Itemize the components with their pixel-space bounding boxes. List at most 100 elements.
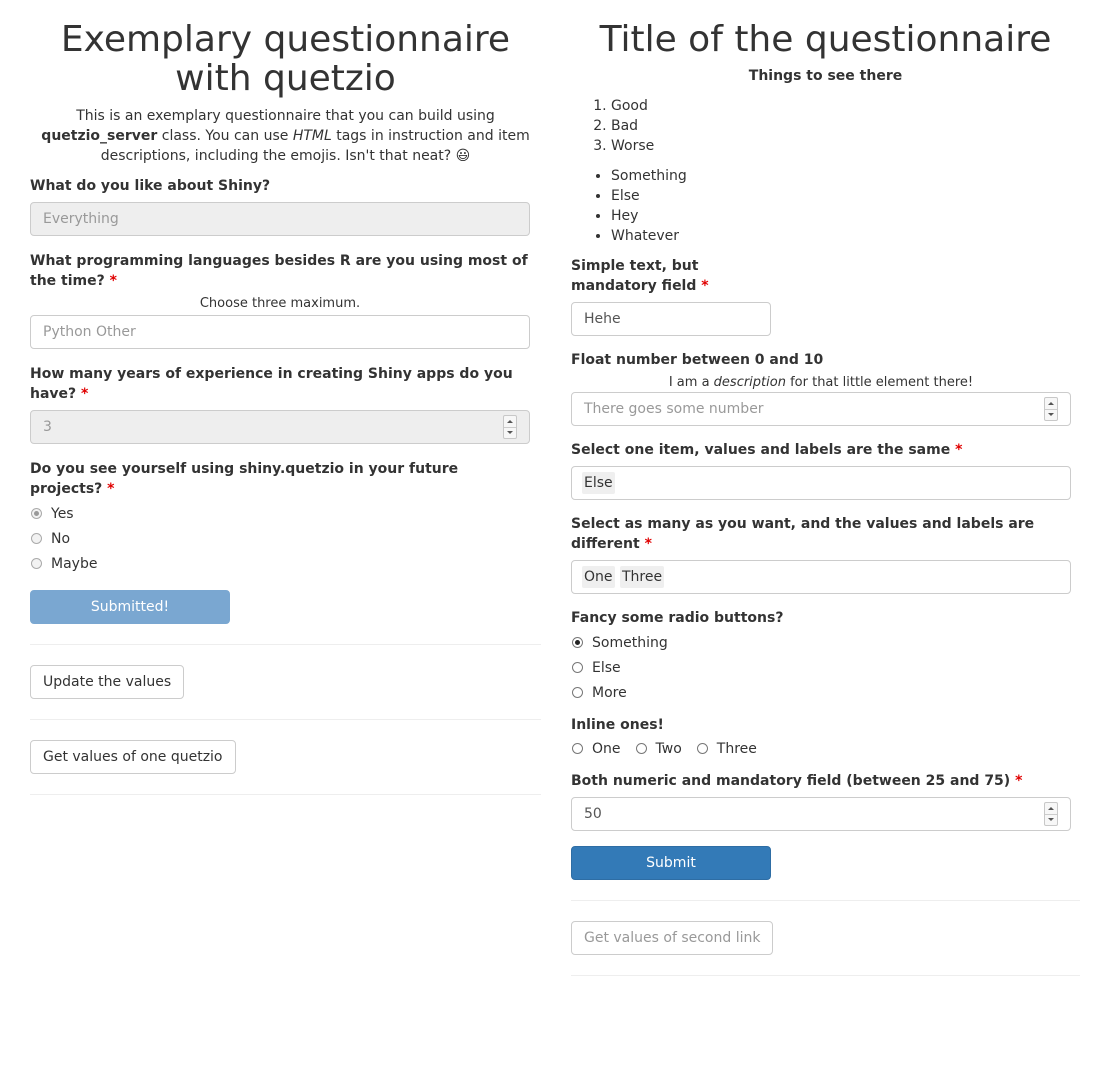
- right-questionnaire: Title of the questionnaire Things to see…: [571, 0, 1080, 976]
- numeric-mandatory-input[interactable]: 50: [571, 797, 1071, 831]
- inline-option-three[interactable]: Three: [696, 741, 757, 757]
- input-value: Hehe: [584, 311, 621, 327]
- radio-button[interactable]: [31, 508, 42, 519]
- question-languages: What programming languages besides R are…: [30, 251, 530, 349]
- select-many-input[interactable]: One Three: [571, 560, 1071, 594]
- note-post: for that little element there!: [785, 375, 974, 390]
- radio-option-more[interactable]: More: [571, 680, 1080, 705]
- radio-label: Three: [716, 740, 757, 757]
- radio-button[interactable]: [572, 637, 583, 648]
- input-value: 3: [43, 419, 52, 435]
- label-text: Select as many as you want, and the valu…: [571, 516, 1035, 552]
- question-radio: Fancy some radio buttons? Something Else…: [571, 608, 1080, 705]
- list-item: Good: [611, 96, 1080, 116]
- question-inline: Inline ones! One Two Three: [571, 715, 1080, 761]
- radio-label: More: [592, 684, 627, 701]
- note-em: description: [713, 375, 786, 390]
- question-label: Select as many as you want, and the valu…: [571, 514, 1071, 554]
- spinner-icon[interactable]: [1044, 397, 1058, 421]
- required-marker: *: [1015, 773, 1023, 789]
- divider: [571, 975, 1080, 976]
- ordered-list: Good Bad Worse: [571, 96, 1080, 156]
- divider: [30, 794, 541, 795]
- radio-label: Two: [655, 740, 682, 757]
- required-marker: *: [955, 442, 963, 458]
- radio-label: Something: [592, 634, 668, 651]
- radio-button[interactable]: [31, 558, 42, 569]
- right-subtitle: Things to see there: [571, 66, 1080, 86]
- left-questionnaire: Exemplary questionnaire with quetzio Thi…: [30, 0, 541, 795]
- radio-label: Yes: [51, 505, 74, 522]
- question-label: Select one item, values and labels are t…: [571, 440, 1071, 460]
- radio-button[interactable]: [635, 743, 647, 754]
- radio-label: One: [592, 740, 621, 757]
- question-label: How many years of experience in creating…: [30, 364, 530, 404]
- divider: [30, 719, 541, 720]
- desc-italic: HTML: [292, 128, 332, 144]
- get-values-one-button[interactable]: Get values of one quetzio: [30, 740, 236, 774]
- radio-option-something[interactable]: Something: [571, 630, 1080, 655]
- required-marker: *: [81, 386, 89, 402]
- languages-select[interactable]: Python Other: [30, 315, 530, 349]
- radio-button[interactable]: [696, 743, 708, 754]
- selected-tag[interactable]: Three: [619, 566, 665, 588]
- select-placeholder: Python Other: [43, 324, 136, 340]
- note-pre: I am a: [668, 375, 714, 390]
- radio-group: Yes No Maybe: [30, 501, 530, 576]
- question-label: Fancy some radio buttons?: [571, 610, 784, 626]
- required-marker: *: [109, 273, 117, 289]
- list-item: Worse: [611, 136, 1080, 156]
- label-text: Both numeric and mandatory field (betwee…: [571, 773, 1011, 789]
- selected-tag: Else: [582, 472, 615, 494]
- input-value: 50: [584, 806, 602, 822]
- update-values-button[interactable]: Update the values: [30, 665, 185, 699]
- question-note: Choose three maximum.: [199, 296, 361, 311]
- radio-option-else[interactable]: Else: [571, 655, 1080, 680]
- left-title: Exemplary questionnaire with quetzio: [60, 19, 511, 99]
- radio-button[interactable]: [31, 533, 42, 544]
- divider: [571, 900, 1080, 901]
- spinner-icon[interactable]: [503, 415, 517, 439]
- get-values-second-button[interactable]: Get values of second link: [571, 921, 774, 955]
- question-label: What do you like about Shiny?: [30, 178, 271, 194]
- radio-button[interactable]: [572, 743, 583, 754]
- desc-part2: class. You can use: [157, 128, 293, 144]
- left-description: This is an exemplary questionnaire that …: [30, 106, 541, 166]
- submit-button[interactable]: Submit: [571, 846, 771, 880]
- question-note: I am a description for that little eleme…: [571, 374, 1071, 392]
- question-label: Simple text, but mandatory field *: [571, 256, 771, 296]
- submitted-button[interactable]: Submitted!: [30, 590, 230, 624]
- radio-button[interactable]: [572, 662, 583, 673]
- divider: [30, 644, 541, 645]
- float-number-input[interactable]: There goes some number: [571, 392, 1071, 426]
- question-label: Do you see yourself using shiny.quetzio …: [30, 459, 530, 499]
- spinner-icon[interactable]: [1044, 802, 1058, 826]
- simple-text-input[interactable]: Hehe: [571, 302, 771, 336]
- list-item: Bad: [611, 116, 1080, 136]
- shiny-likes-input[interactable]: Everything: [30, 202, 530, 236]
- question-shiny-likes: What do you like about Shiny? Everything: [30, 176, 530, 236]
- experience-numeric-input[interactable]: 3: [30, 410, 530, 444]
- inline-radio-group: One Two Three: [571, 736, 1080, 761]
- radio-option-maybe[interactable]: Maybe: [30, 551, 530, 576]
- question-label: Inline ones!: [571, 717, 664, 733]
- radio-label: Else: [592, 659, 621, 676]
- list-item: Else: [611, 186, 1080, 206]
- select-one-input[interactable]: Else: [571, 466, 1071, 500]
- radio-option-no[interactable]: No: [30, 526, 530, 551]
- inline-option-two[interactable]: Two: [635, 741, 682, 757]
- question-numeric-mandatory: Both numeric and mandatory field (betwee…: [571, 771, 1071, 831]
- question-future-projects: Do you see yourself using shiny.quetzio …: [30, 459, 530, 576]
- radio-label: No: [51, 530, 71, 547]
- question-experience: How many years of experience in creating…: [30, 364, 530, 444]
- required-marker: *: [644, 536, 652, 552]
- radio-option-yes[interactable]: Yes: [30, 501, 530, 526]
- question-label: Float number between 0 and 10: [571, 352, 824, 368]
- required-marker: *: [701, 278, 709, 294]
- radio-button[interactable]: [572, 687, 583, 698]
- selected-tag[interactable]: One: [582, 566, 615, 588]
- label-text: How many years of experience in creating…: [30, 366, 513, 402]
- question-select-one: Select one item, values and labels are t…: [571, 440, 1071, 500]
- label-text: Simple text, but mandatory field: [571, 258, 699, 294]
- inline-option-one[interactable]: One: [571, 741, 621, 757]
